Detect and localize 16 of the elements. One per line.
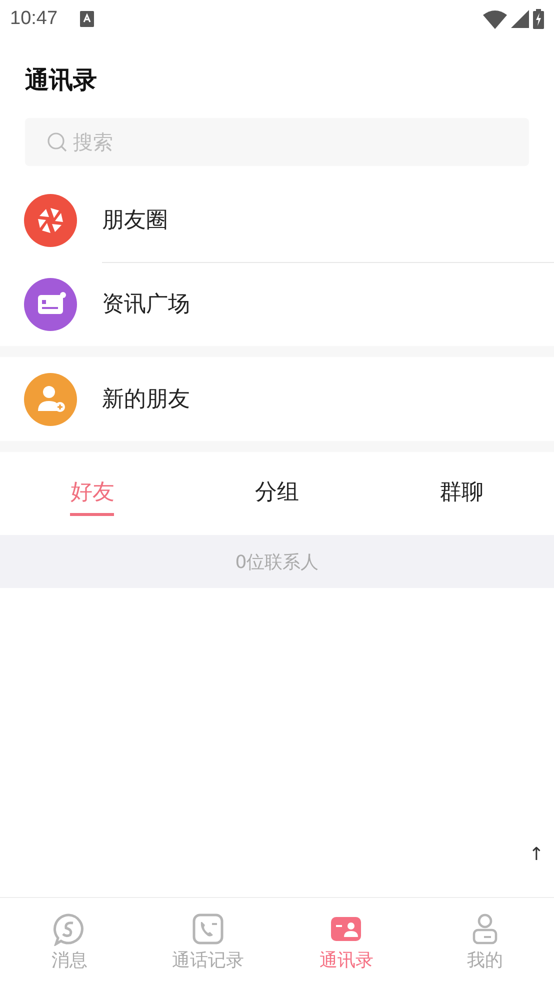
wifi-icon — [483, 10, 507, 28]
keyboard-notification-icon — [80, 11, 94, 27]
contact-count: 0位联系人 — [0, 535, 554, 588]
phone-icon — [190, 912, 225, 946]
entry-label[interactable]: 朋友圈 — [102, 205, 168, 235]
search-icon — [47, 132, 67, 152]
tab[interactable]: 群聊 — [440, 471, 484, 516]
entry-label[interactable]: 资讯广场 — [102, 289, 190, 319]
status-time: 10:47 — [10, 8, 58, 30]
entry-label[interactable]: 新的朋友 — [102, 384, 190, 414]
page-title: 通讯录 — [25, 65, 97, 96]
chat-bubble-icon — [52, 912, 86, 946]
signal-icon — [511, 10, 529, 28]
scroll-top-arrow[interactable]: ↑ — [528, 844, 544, 865]
battery-charging-icon — [533, 9, 544, 29]
tab[interactable]: 分组 — [255, 471, 299, 516]
